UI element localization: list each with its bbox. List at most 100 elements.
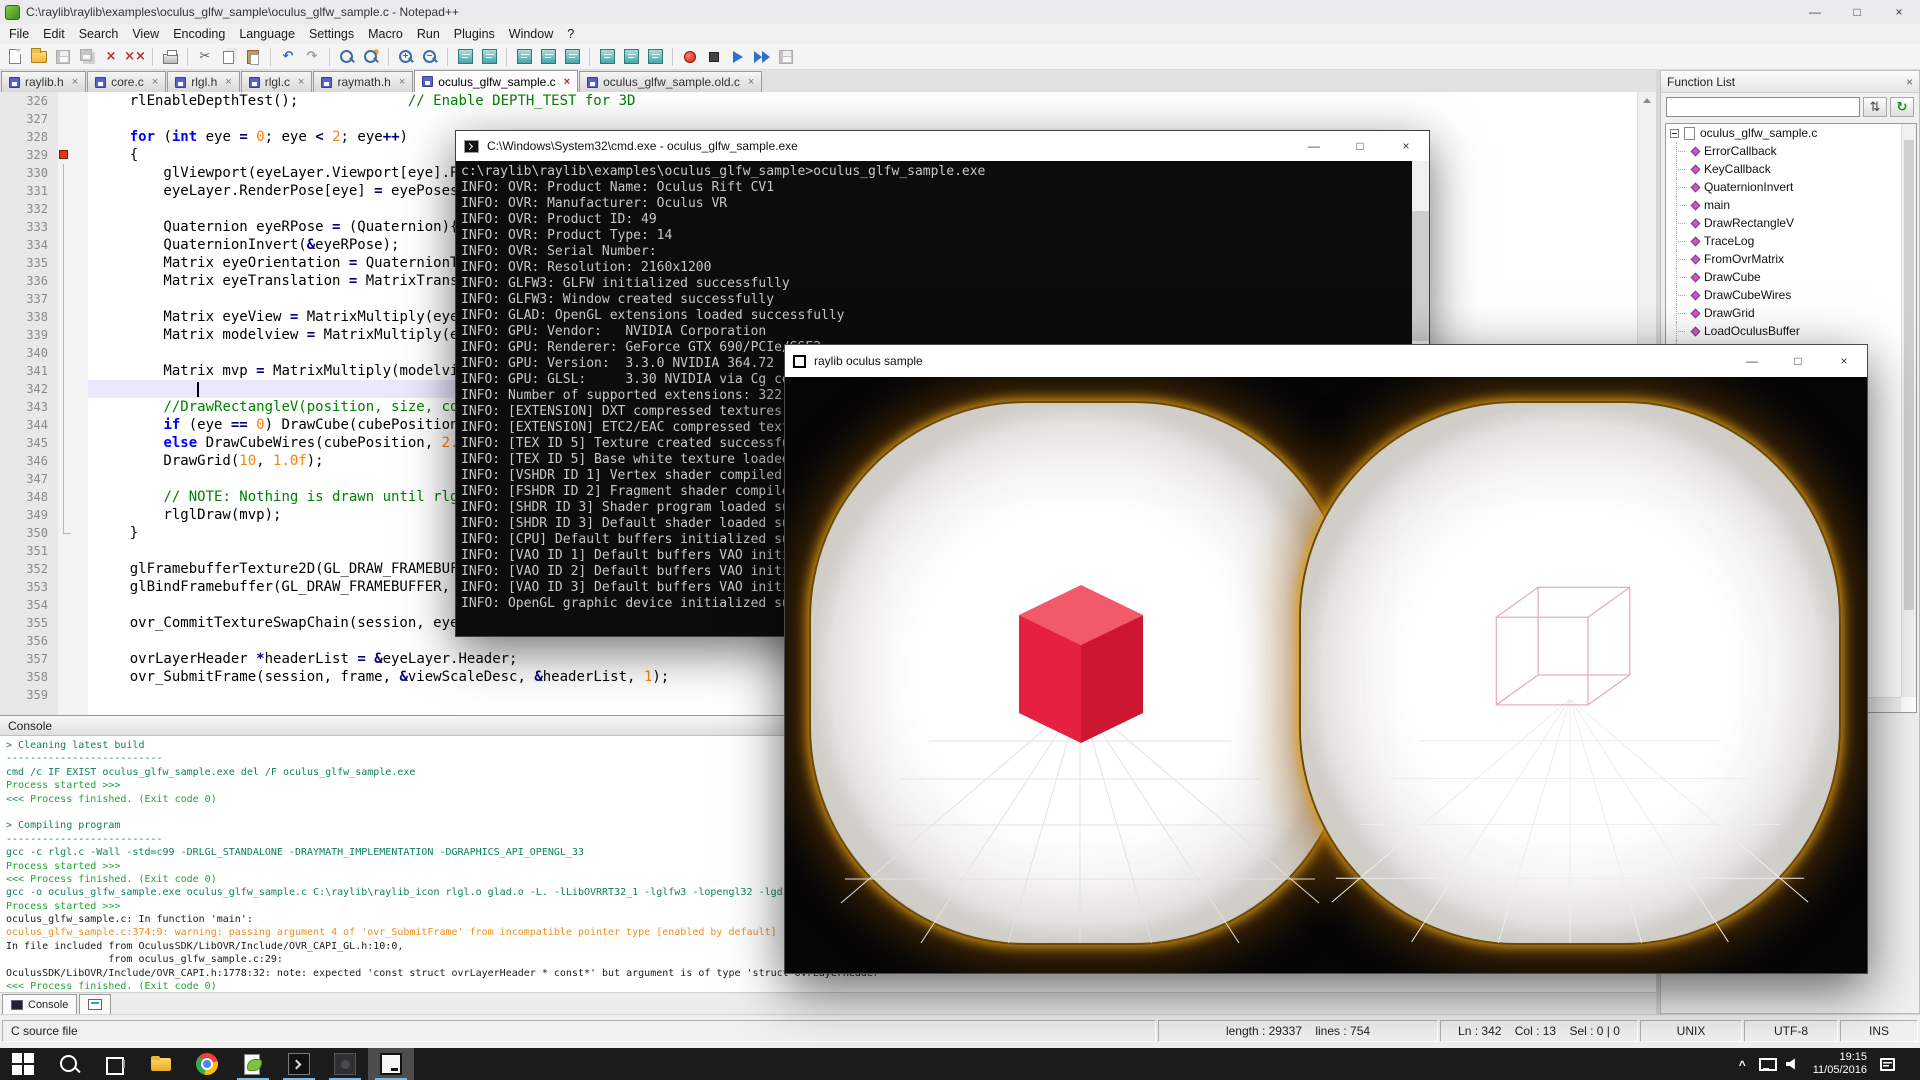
taskbar-file-explorer[interactable] <box>138 1048 184 1080</box>
close-tab-icon[interactable]: × <box>152 76 158 88</box>
close-tab-icon[interactable]: × <box>225 76 231 88</box>
fold-margin[interactable] <box>58 416 88 434</box>
fold-margin[interactable] <box>58 236 88 254</box>
cmd-close-button[interactable]: × <box>1383 131 1429 161</box>
fold-margin[interactable] <box>58 686 88 704</box>
save-icon[interactable] <box>52 46 74 68</box>
open-file-icon[interactable] <box>28 46 50 68</box>
raylib-close-button[interactable]: × <box>1821 345 1867 377</box>
menu-item-language[interactable]: Language <box>232 25 302 43</box>
tab-raylib.h[interactable]: raylib.h× <box>1 71 86 92</box>
taskbar-media-app[interactable] <box>322 1048 368 1080</box>
zoom-out-icon[interactable] <box>419 46 441 68</box>
zoom-in-icon[interactable] <box>395 46 417 68</box>
status-insert-mode[interactable]: INS <box>1840 1020 1918 1042</box>
close-button[interactable]: × <box>1878 0 1920 24</box>
close-tab-icon[interactable]: × <box>564 76 570 88</box>
raylib-minimize-button[interactable]: — <box>1729 345 1775 377</box>
function-list-icon[interactable] <box>596 46 618 68</box>
close-tab-icon[interactable]: × <box>399 76 405 88</box>
tab-rlgl.c[interactable]: rlgl.c× <box>241 71 313 92</box>
paste-icon[interactable] <box>242 46 264 68</box>
function-file-node[interactable]: oculus_glfw_sample.c <box>1666 124 1916 142</box>
fold-margin[interactable] <box>58 218 88 236</box>
reload-function-list-icon[interactable]: ↻ <box>1890 97 1914 117</box>
taskbar-notepad-plus-plus[interactable] <box>230 1048 276 1080</box>
fold-margin[interactable] <box>58 92 88 110</box>
tab-console[interactable]: Console <box>2 994 77 1014</box>
stop-record-icon[interactable] <box>703 46 725 68</box>
word-wrap-icon[interactable] <box>513 46 535 68</box>
find-icon[interactable] <box>336 46 358 68</box>
tab-console-secondary[interactable] <box>79 994 111 1014</box>
fold-margin[interactable] <box>58 110 88 128</box>
run-macro-multiple-icon[interactable] <box>751 46 773 68</box>
fold-margin[interactable] <box>58 542 88 560</box>
close-tab-icon[interactable]: × <box>72 76 78 88</box>
replace-icon[interactable] <box>360 46 382 68</box>
taskbar-raylib[interactable] <box>368 1048 414 1080</box>
copy-icon[interactable] <box>218 46 240 68</box>
raylib-title-bar[interactable]: raylib oculus sample — □ × <box>785 345 1867 377</box>
save-all-icon[interactable] <box>76 46 98 68</box>
menu-item-run[interactable]: Run <box>410 25 447 43</box>
fold-margin[interactable] <box>58 506 88 524</box>
taskbar-search[interactable] <box>46 1048 92 1080</box>
close-file-icon[interactable]: × <box>100 46 122 68</box>
collapse-icon[interactable] <box>1670 129 1679 138</box>
fold-margin[interactable] <box>58 362 88 380</box>
function-item-DrawRectangleV[interactable]: DrawRectangleV <box>1666 214 1916 232</box>
taskbar-task-view[interactable] <box>92 1048 138 1080</box>
cmd-minimize-button[interactable]: — <box>1291 131 1337 161</box>
fold-margin[interactable] <box>58 614 88 632</box>
taskbar-clock[interactable]: 19:15 11/05/2016 <box>1813 1051 1867 1077</box>
minimize-button[interactable]: — <box>1794 0 1836 24</box>
function-item-TraceLog[interactable]: TraceLog <box>1666 232 1916 250</box>
function-item-QuaternionInvert[interactable]: QuaternionInvert <box>1666 178 1916 196</box>
fold-margin[interactable] <box>58 560 88 578</box>
fold-margin[interactable] <box>58 182 88 200</box>
scroll-up-arrow-icon[interactable] <box>1638 92 1656 109</box>
menu-item-view[interactable]: View <box>125 25 166 43</box>
taskbar-command-prompt[interactable] <box>276 1048 322 1080</box>
fold-margin[interactable] <box>58 164 88 182</box>
fold-margin[interactable] <box>58 488 88 506</box>
menu-item-file[interactable]: File <box>2 25 36 43</box>
fold-margin[interactable] <box>58 398 88 416</box>
tab-rlgl.h[interactable]: rlgl.h× <box>167 71 239 92</box>
close-all-icon[interactable]: ×× <box>124 46 146 68</box>
function-item-DrawGrid[interactable]: DrawGrid <box>1666 304 1916 322</box>
raylib-window[interactable]: raylib oculus sample — □ × <box>784 344 1868 974</box>
cut-icon[interactable]: ✂ <box>194 46 216 68</box>
editor-line-327[interactable]: 327 <box>0 110 1637 128</box>
menu-item-help[interactable]: ? <box>560 25 581 43</box>
function-item-DrawCubeWires[interactable]: DrawCubeWires <box>1666 286 1916 304</box>
close-tab-icon[interactable]: × <box>298 76 304 88</box>
fold-margin[interactable] <box>58 344 88 362</box>
save-macro-icon[interactable] <box>775 46 797 68</box>
undo-icon[interactable]: ↶ <box>277 46 299 68</box>
taskbar-chrome[interactable] <box>184 1048 230 1080</box>
menu-item-encoding[interactable]: Encoding <box>166 25 232 43</box>
redo-icon[interactable]: ↷ <box>301 46 323 68</box>
menu-item-window[interactable]: Window <box>502 25 560 43</box>
volume-icon[interactable] <box>1786 1058 1800 1070</box>
function-item-ErrorCallback[interactable]: ErrorCallback <box>1666 142 1916 160</box>
record-macro-icon[interactable] <box>679 46 701 68</box>
fold-margin[interactable] <box>58 128 88 146</box>
fold-margin[interactable] <box>58 290 88 308</box>
maximize-button[interactable]: □ <box>1836 0 1878 24</box>
fold-margin[interactable] <box>58 524 88 542</box>
editor-line-326[interactable]: 326 rlEnableDepthTest(); // Enable DEPTH… <box>0 92 1637 110</box>
status-eol-format[interactable]: UNIX <box>1640 1020 1742 1042</box>
hidden-icons-chevron-icon[interactable]: ^ <box>1739 1058 1746 1072</box>
show-all-characters-icon[interactable] <box>537 46 559 68</box>
close-tab-icon[interactable]: × <box>748 76 754 88</box>
fold-margin[interactable] <box>58 254 88 272</box>
taskbar-start[interactable] <box>0 1048 46 1080</box>
tab-raymath.h[interactable]: raymath.h× <box>313 71 413 92</box>
doc-switcher-icon[interactable] <box>644 46 666 68</box>
action-center-icon[interactable] <box>1880 1058 1895 1071</box>
fold-margin[interactable] <box>58 596 88 614</box>
tab-oculus_glfw_sample.c[interactable]: oculus_glfw_sample.c× <box>414 70 578 92</box>
